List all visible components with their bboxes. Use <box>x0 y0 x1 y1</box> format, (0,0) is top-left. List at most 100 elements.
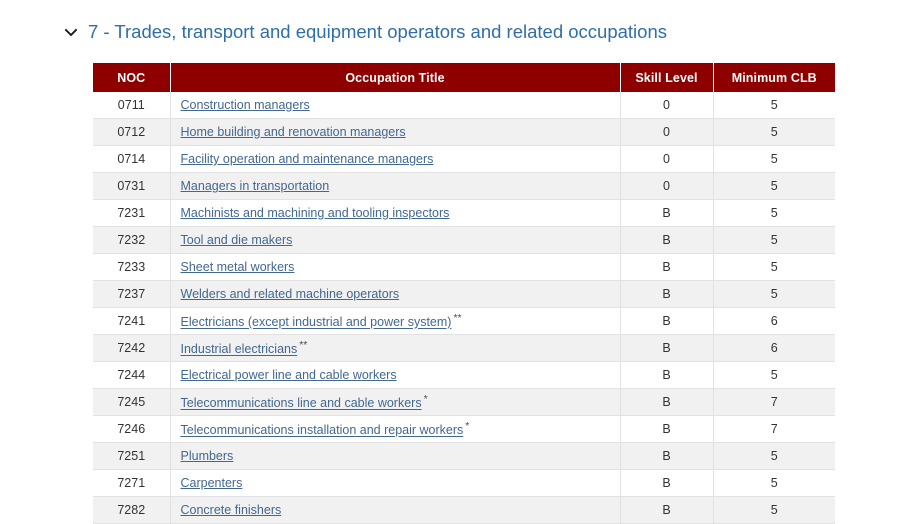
cell-noc-code: 7245 <box>93 388 171 416</box>
table-row: 7241 Electricians (except industrial and … <box>93 307 835 335</box>
occupation-footnote-marker: ** <box>299 339 308 352</box>
cell-minimum-clb: 5 <box>713 199 835 227</box>
cell-noc-code: 7251 <box>93 442 171 470</box>
table-row: 7242 Industrial electricians ** B 6 <box>93 334 835 362</box>
occupation-title-link[interactable]: Industrial electricians <box>181 343 298 357</box>
cell-occupation-title: Managers in transportation <box>170 172 621 200</box>
table-row: 7231 Machinists and machining and tooling… <box>93 199 835 227</box>
table-row: 7282 Concrete finishers B 5 <box>93 496 835 524</box>
cell-noc-code: 7246 <box>93 415 171 443</box>
cell-skill-level: B <box>620 226 714 254</box>
table-header: NOC Occupation Title Skill Level Minimum… <box>93 63 835 92</box>
cell-skill-level: B <box>620 361 714 389</box>
occupation-footnote-marker: * <box>465 420 470 433</box>
cell-noc-code: 7233 <box>93 253 171 281</box>
cell-minimum-clb: 7 <box>713 388 835 416</box>
table-body: 0711 Construction managers 0 5 0712 Home buil… <box>93 92 835 524</box>
occupation-title-link[interactable]: Electrical power line and cable workers <box>181 368 397 382</box>
cell-occupation-title: Tool and die makers <box>170 226 621 254</box>
cell-noc-code: 7282 <box>93 496 171 524</box>
page-title: 7 - Trades, transport and equipment oper… <box>88 21 667 42</box>
cell-noc-code: 7237 <box>93 280 171 308</box>
cell-skill-level: B <box>620 280 714 308</box>
occupation-title-link[interactable]: Machinists and machining and tooling ins… <box>181 206 450 220</box>
cell-occupation-title: Concrete finishers <box>170 496 621 524</box>
occupation-title-link[interactable]: Sheet metal workers <box>181 260 295 274</box>
cell-minimum-clb: 5 <box>713 145 835 173</box>
chevron-down-icon[interactable] <box>63 24 79 40</box>
cell-noc-code: 0711 <box>93 92 171 119</box>
table-row: 7246 Telecommunications installation and … <box>93 415 835 443</box>
cell-noc-code: 0712 <box>93 118 171 146</box>
noc-table-container: NOC Occupation Title Skill Level Minimum… <box>93 63 835 524</box>
column-header-occupation-title[interactable]: Occupation Title <box>170 63 621 92</box>
cell-skill-level: 0 <box>620 92 714 119</box>
cell-occupation-title: Telecommunications installation and repa… <box>170 415 621 443</box>
occupation-title-link[interactable]: Managers in transportation <box>181 179 330 193</box>
table-row: 7232 Tool and die makers B 5 <box>93 226 835 254</box>
occupation-title-link[interactable]: Construction managers <box>181 98 310 112</box>
occupation-title-link[interactable]: Concrete finishers <box>181 503 282 517</box>
cell-minimum-clb: 5 <box>713 118 835 146</box>
table-row: 0731 Managers in transportation 0 5 <box>93 172 835 200</box>
occupation-footnote-marker: ** <box>453 312 462 325</box>
cell-minimum-clb: 5 <box>713 442 835 470</box>
cell-noc-code: 7244 <box>93 361 171 389</box>
cell-minimum-clb: 5 <box>713 226 835 254</box>
table-row: 0714 Facility operation and maintenance m… <box>93 145 835 173</box>
occupation-title-link[interactable]: Tool and die makers <box>181 233 293 247</box>
cell-occupation-title: Industrial electricians ** <box>170 334 621 362</box>
column-header-skill-level[interactable]: Skill Level <box>620 63 714 92</box>
occupation-footnote-marker: * <box>423 393 428 406</box>
cell-minimum-clb: 7 <box>713 415 835 443</box>
occupation-title-link[interactable]: Plumbers <box>181 449 234 463</box>
cell-occupation-title: Machinists and machining and tooling ins… <box>170 199 621 227</box>
cell-occupation-title: Telecommunications line and cable worker… <box>170 388 621 416</box>
cell-occupation-title: Carpenters <box>170 469 621 497</box>
cell-skill-level: 0 <box>620 145 714 173</box>
occupation-title-link[interactable]: Home building and renovation managers <box>181 125 406 139</box>
cell-skill-level: B <box>620 307 714 335</box>
cell-occupation-title: Home building and renovation managers <box>170 118 621 146</box>
table-row: 7237 Welders and related machine operator… <box>93 280 835 308</box>
cell-minimum-clb: 5 <box>713 496 835 524</box>
occupation-title-link[interactable]: Carpenters <box>181 476 243 490</box>
cell-skill-level: B <box>620 496 714 524</box>
cell-minimum-clb: 5 <box>713 253 835 281</box>
occupation-title-link[interactable]: Facility operation and maintenance manag… <box>181 152 434 166</box>
cell-skill-level: B <box>620 199 714 227</box>
cell-minimum-clb: 5 <box>713 172 835 200</box>
cell-noc-code: 7241 <box>93 307 171 335</box>
cell-skill-level: B <box>620 415 714 443</box>
table-row: 7244 Electrical power line and cable work… <box>93 361 835 389</box>
cell-occupation-title: Electrical power line and cable workers <box>170 361 621 389</box>
noc-occupations-table: NOC Occupation Title Skill Level Minimum… <box>93 63 835 524</box>
occupation-title-link[interactable]: Telecommunications line and cable worker… <box>181 397 422 411</box>
occupation-title-link[interactable]: Electricians (except industrial and powe… <box>181 316 452 330</box>
cell-minimum-clb: 5 <box>713 280 835 308</box>
column-header-minimum-clb[interactable]: Minimum CLB <box>713 63 835 92</box>
occupation-title-link[interactable]: Welders and related machine operators <box>181 287 400 301</box>
cell-occupation-title: Electricians (except industrial and powe… <box>170 307 621 335</box>
cell-skill-level: B <box>620 253 714 281</box>
cell-occupation-title: Facility operation and maintenance manag… <box>170 145 621 173</box>
table-row: 7233 Sheet metal workers B 5 <box>93 253 835 281</box>
table-row: 7245 Telecommunications line and cable wo… <box>93 388 835 416</box>
occupation-title-link[interactable]: Telecommunications installation and repa… <box>181 424 464 438</box>
cell-noc-code: 0731 <box>93 172 171 200</box>
cell-minimum-clb: 6 <box>713 334 835 362</box>
cell-occupation-title: Plumbers <box>170 442 621 470</box>
cell-noc-code: 7232 <box>93 226 171 254</box>
cell-noc-code: 7271 <box>93 469 171 497</box>
table-header-row: NOC Occupation Title Skill Level Minimum… <box>93 63 835 92</box>
cell-occupation-title: Welders and related machine operators <box>170 280 621 308</box>
cell-minimum-clb: 5 <box>713 92 835 119</box>
section-header-toggle[interactable]: 7 - Trades, transport and equipment oper… <box>63 19 667 45</box>
table-row: 0712 Home building and renovation manager… <box>93 118 835 146</box>
column-header-noc[interactable]: NOC <box>93 63 171 92</box>
table-row: 0711 Construction managers 0 5 <box>93 92 835 119</box>
cell-skill-level: B <box>620 334 714 362</box>
table-row: 7251 Plumbers B 5 <box>93 442 835 470</box>
cell-minimum-clb: 5 <box>713 469 835 497</box>
cell-occupation-title: Construction managers <box>170 92 621 119</box>
